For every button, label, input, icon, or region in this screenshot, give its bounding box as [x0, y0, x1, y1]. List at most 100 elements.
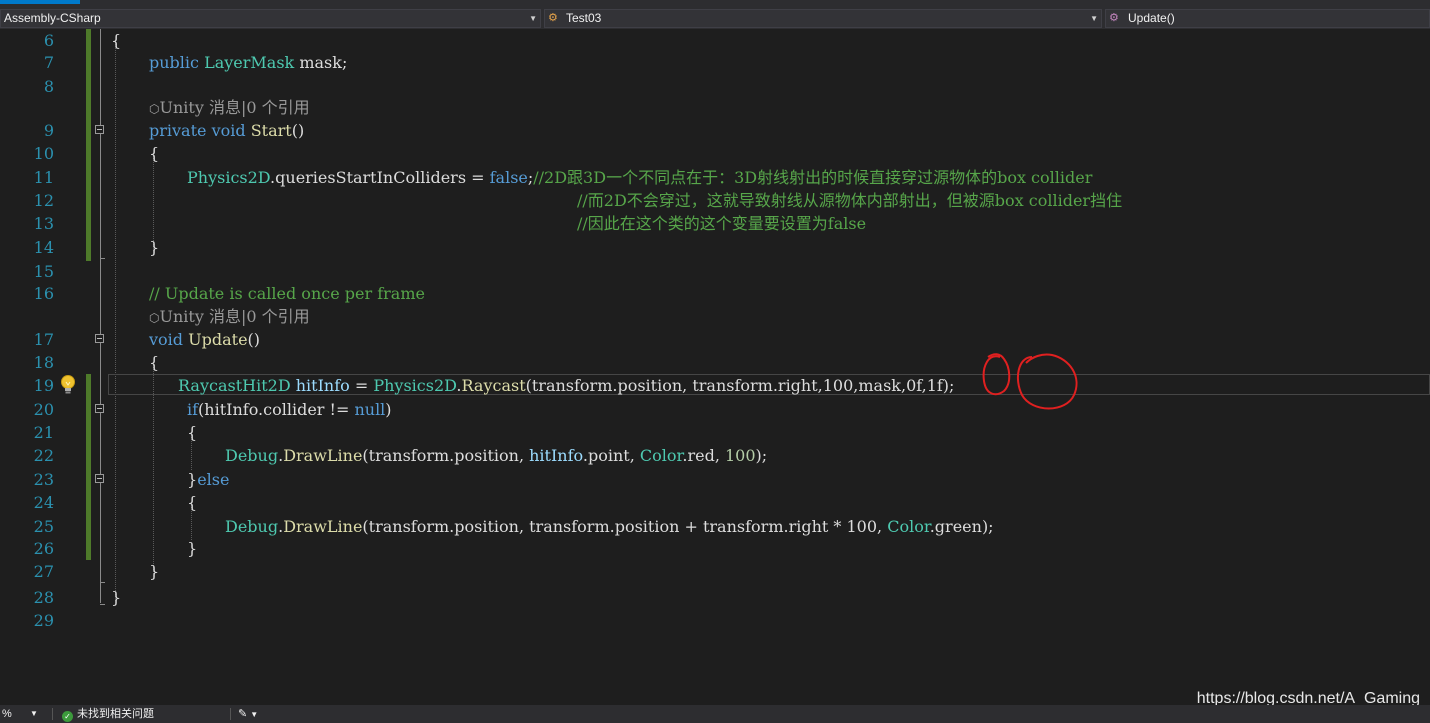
code-text: {	[149, 353, 160, 372]
code-text: }	[187, 539, 198, 558]
code-line[interactable]: 22 Debug.DrawLine(transform.position, hi…	[0, 444, 1430, 467]
unity-cube-icon: ⬡	[149, 311, 160, 325]
code-text: RaycastHit2D hitInfo = Physics2D.Raycast…	[178, 376, 955, 395]
codelens-text[interactable]: ⬡Unity 消息|0 个引用	[149, 96, 310, 121]
line-number: 8	[43, 77, 54, 96]
code-line[interactable]: 18 {	[0, 351, 1430, 374]
status-bar: % ▼ ✓ 未找到相关问题 ✎ ▼	[0, 705, 1430, 723]
issues-indicator[interactable]: ✓ 未找到相关问题	[62, 705, 154, 723]
status-separator	[52, 708, 53, 720]
navigation-bar: Assembly-CSharp ▼ ⚙ Test03 ▼ ⚙ Update()	[0, 9, 1430, 29]
line-number: 27	[33, 562, 54, 581]
code-text: }	[111, 588, 122, 607]
line-number: 17	[33, 330, 54, 349]
codelens-start[interactable]: ⬡Unity 消息|0 个引用	[0, 96, 1430, 119]
line-number: 21	[33, 423, 54, 442]
code-text: Physics2D.queriesStartInColliders = fals…	[187, 168, 1093, 187]
code-text: {	[111, 31, 122, 50]
code-line[interactable]: 17 void Update()	[0, 328, 1430, 351]
code-line[interactable]: 14 }	[0, 236, 1430, 259]
line-number: 25	[33, 517, 54, 536]
code-text: {	[149, 144, 160, 163]
code-line[interactable]: 6 {	[0, 29, 1430, 52]
code-text: {	[187, 423, 198, 442]
code-comment: //因此在这个类的这个变量要设置为false	[577, 214, 867, 233]
method-icon: ⚙	[1109, 12, 1119, 24]
line-number: 23	[33, 470, 54, 489]
code-line[interactable]: 12 //而2D不会穿过，这就导致射线从源物体内部射出，但被源box colli…	[0, 189, 1430, 212]
code-comment: // Update is called once per frame	[149, 284, 425, 303]
brush-icon[interactable]: ✎ ▼	[238, 705, 258, 723]
code-line[interactable]: 19 RaycastHit2D hitInfo = Physics2D.Rayc…	[0, 374, 1430, 397]
line-number: 9	[43, 121, 54, 140]
zoom-value: %	[2, 708, 12, 720]
codelens-text[interactable]: ⬡Unity 消息|0 个引用	[149, 305, 310, 330]
document-tab-strip	[0, 0, 1430, 9]
code-text: Debug.DrawLine(transform.position, hitIn…	[225, 446, 768, 465]
line-number: 28	[33, 588, 54, 607]
line-number: 22	[33, 446, 54, 465]
line-number: 6	[43, 31, 54, 50]
code-line[interactable]: 29	[0, 609, 1430, 632]
code-line[interactable]: 9 private void Start()	[0, 119, 1430, 142]
code-text: Debug.DrawLine(transform.position, trans…	[225, 517, 994, 536]
line-number: 29	[33, 611, 54, 630]
code-line[interactable]: 27 }	[0, 560, 1430, 583]
code-line[interactable]: 21 {	[0, 421, 1430, 444]
line-number: 24	[33, 493, 54, 512]
code-text: void Update()	[149, 330, 261, 349]
class-icon: ⚙	[548, 12, 558, 24]
code-line[interactable]: 23 }else	[0, 468, 1430, 491]
check-circle-icon: ✓	[62, 711, 73, 722]
line-number: 19	[33, 376, 54, 395]
line-number: 10	[33, 144, 54, 163]
code-text: public LayerMask mask;	[149, 53, 348, 72]
line-number: 15	[33, 262, 54, 281]
chevron-down-icon: ▼	[30, 709, 38, 718]
project-dropdown[interactable]: Assembly-CSharp ▼	[0, 9, 541, 28]
red-annotation-circles	[982, 353, 1078, 410]
line-number: 13	[33, 214, 54, 233]
code-text: {	[187, 493, 198, 512]
member-dropdown[interactable]: ⚙ Update()	[1105, 9, 1430, 28]
code-text: }	[149, 238, 160, 257]
code-text: }	[149, 562, 160, 581]
zoom-dropdown[interactable]: % ▼	[0, 705, 42, 723]
project-dropdown-label: Assembly-CSharp	[4, 11, 101, 25]
code-line[interactable]: 26 }	[0, 537, 1430, 560]
class-dropdown-label: Test03	[566, 11, 602, 25]
code-line[interactable]: 24 {	[0, 491, 1430, 514]
line-number: 20	[33, 400, 54, 419]
code-comment: //而2D不会穿过，这就导致射线从源物体内部射出，但被源box collider…	[577, 191, 1123, 210]
code-line[interactable]: 20 if(hitInfo.collider != null)	[0, 398, 1430, 421]
chevron-down-icon: ▼	[1090, 14, 1098, 23]
unity-cube-icon: ⬡	[149, 102, 160, 116]
codelens-update[interactable]: ⬡Unity 消息|0 个引用	[0, 305, 1430, 328]
line-number: 11	[33, 168, 54, 187]
line-number: 16	[33, 284, 54, 303]
line-number: 18	[33, 353, 54, 372]
member-dropdown-label: Update()	[1128, 11, 1175, 25]
code-line[interactable]: 11 Physics2D.queriesStartInColliders = f…	[0, 166, 1430, 189]
code-text: }else	[187, 470, 230, 489]
code-text: private void Start()	[149, 121, 305, 140]
code-line[interactable]: 15	[0, 260, 1430, 283]
code-line[interactable]: 28 }	[0, 586, 1430, 609]
status-separator	[230, 708, 231, 720]
line-number: 26	[33, 539, 54, 558]
code-line[interactable]: 10 {	[0, 142, 1430, 165]
code-line[interactable]: 7 public LayerMask mask;	[0, 51, 1430, 74]
code-line[interactable]: 8	[0, 75, 1430, 98]
code-line[interactable]: 16 // Update is called once per frame	[0, 282, 1430, 305]
line-number: 14	[33, 238, 54, 257]
code-text: if(hitInfo.collider != null)	[187, 400, 392, 419]
class-dropdown[interactable]: ⚙ Test03 ▼	[544, 9, 1102, 28]
code-line[interactable]: 13 //因此在这个类的这个变量要设置为false	[0, 212, 1430, 235]
code-line[interactable]: 25 Debug.DrawLine(transform.position, tr…	[0, 515, 1430, 538]
active-document-tab[interactable]	[0, 0, 80, 4]
issues-text: 未找到相关问题	[77, 708, 154, 720]
line-number: 7	[43, 53, 54, 72]
chevron-down-icon: ▼	[529, 14, 537, 23]
code-editor[interactable]: 6 { 7 public LayerMask mask; 8 ⬡Unity 消息…	[0, 29, 1430, 705]
line-number: 12	[33, 191, 54, 210]
